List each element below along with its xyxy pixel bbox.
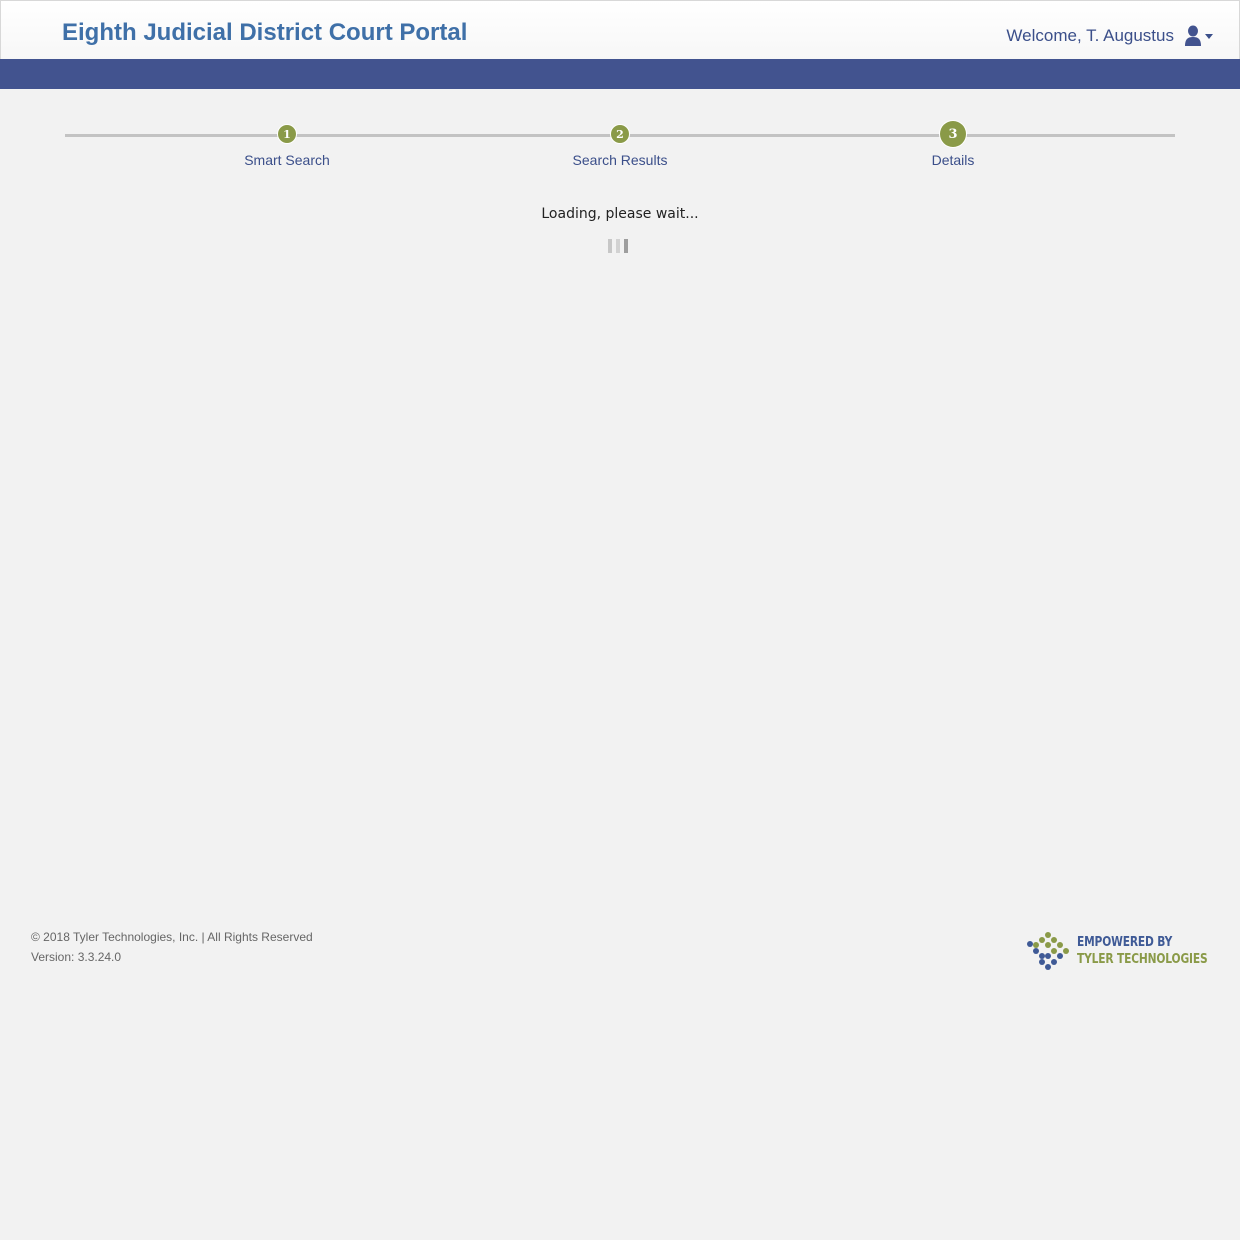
logo-line-1: EMPOWERED BY — [1077, 935, 1173, 950]
step-smart-search: 1 Smart Search — [187, 118, 387, 168]
step-details-link[interactable]: Details — [853, 152, 1053, 168]
step-1-badge: 1 — [278, 125, 296, 143]
tyler-technologies-logo: EMPOWERED BY TYLER TECHNOLOGIES — [1025, 930, 1208, 974]
site-header: Eighth Judicial District Court Portal We… — [0, 0, 1240, 59]
user-menu-toggle[interactable]: Welcome, T. Augustus — [1006, 25, 1213, 47]
spinner-bar — [624, 239, 628, 253]
step-smart-search-link[interactable]: Smart Search — [187, 152, 387, 168]
step-details: 3 Details — [853, 118, 1053, 168]
copyright-text: © 2018 Tyler Technologies, Inc. | All Ri… — [31, 930, 313, 944]
portal-title-link[interactable]: Eighth Judicial District Court Portal — [62, 19, 467, 47]
footer-info: © 2018 Tyler Technologies, Inc. | All Ri… — [31, 927, 313, 967]
loading-message: Loading, please wait... — [541, 206, 699, 222]
version-text: Version: 3.3.24.0 — [31, 950, 122, 964]
welcome-text: Welcome, T. Augustus — [1006, 26, 1174, 45]
logo-wordmark: EMPOWERED BY TYLER TECHNOLOGIES — [1077, 934, 1208, 968]
step-search-results: 2 Search Results — [520, 118, 720, 168]
spinner-bar — [608, 239, 612, 253]
loading-spinner-icon — [608, 239, 630, 253]
progress-stepper: 1 Smart Search 2 Search Results 3 Detail… — [0, 118, 1240, 178]
logo-line-2: TYLER TECHNOLOGIES — [1077, 952, 1208, 967]
user-icon — [1184, 25, 1202, 47]
nav-bar — [0, 59, 1240, 89]
step-3-badge: 3 — [940, 121, 966, 147]
tyler-logo-dots-icon — [1027, 932, 1069, 970]
step-search-results-link[interactable]: Search Results — [520, 152, 720, 168]
caret-down-icon — [1205, 33, 1213, 39]
spinner-bar — [616, 239, 620, 253]
step-2-badge: 2 — [611, 125, 629, 143]
